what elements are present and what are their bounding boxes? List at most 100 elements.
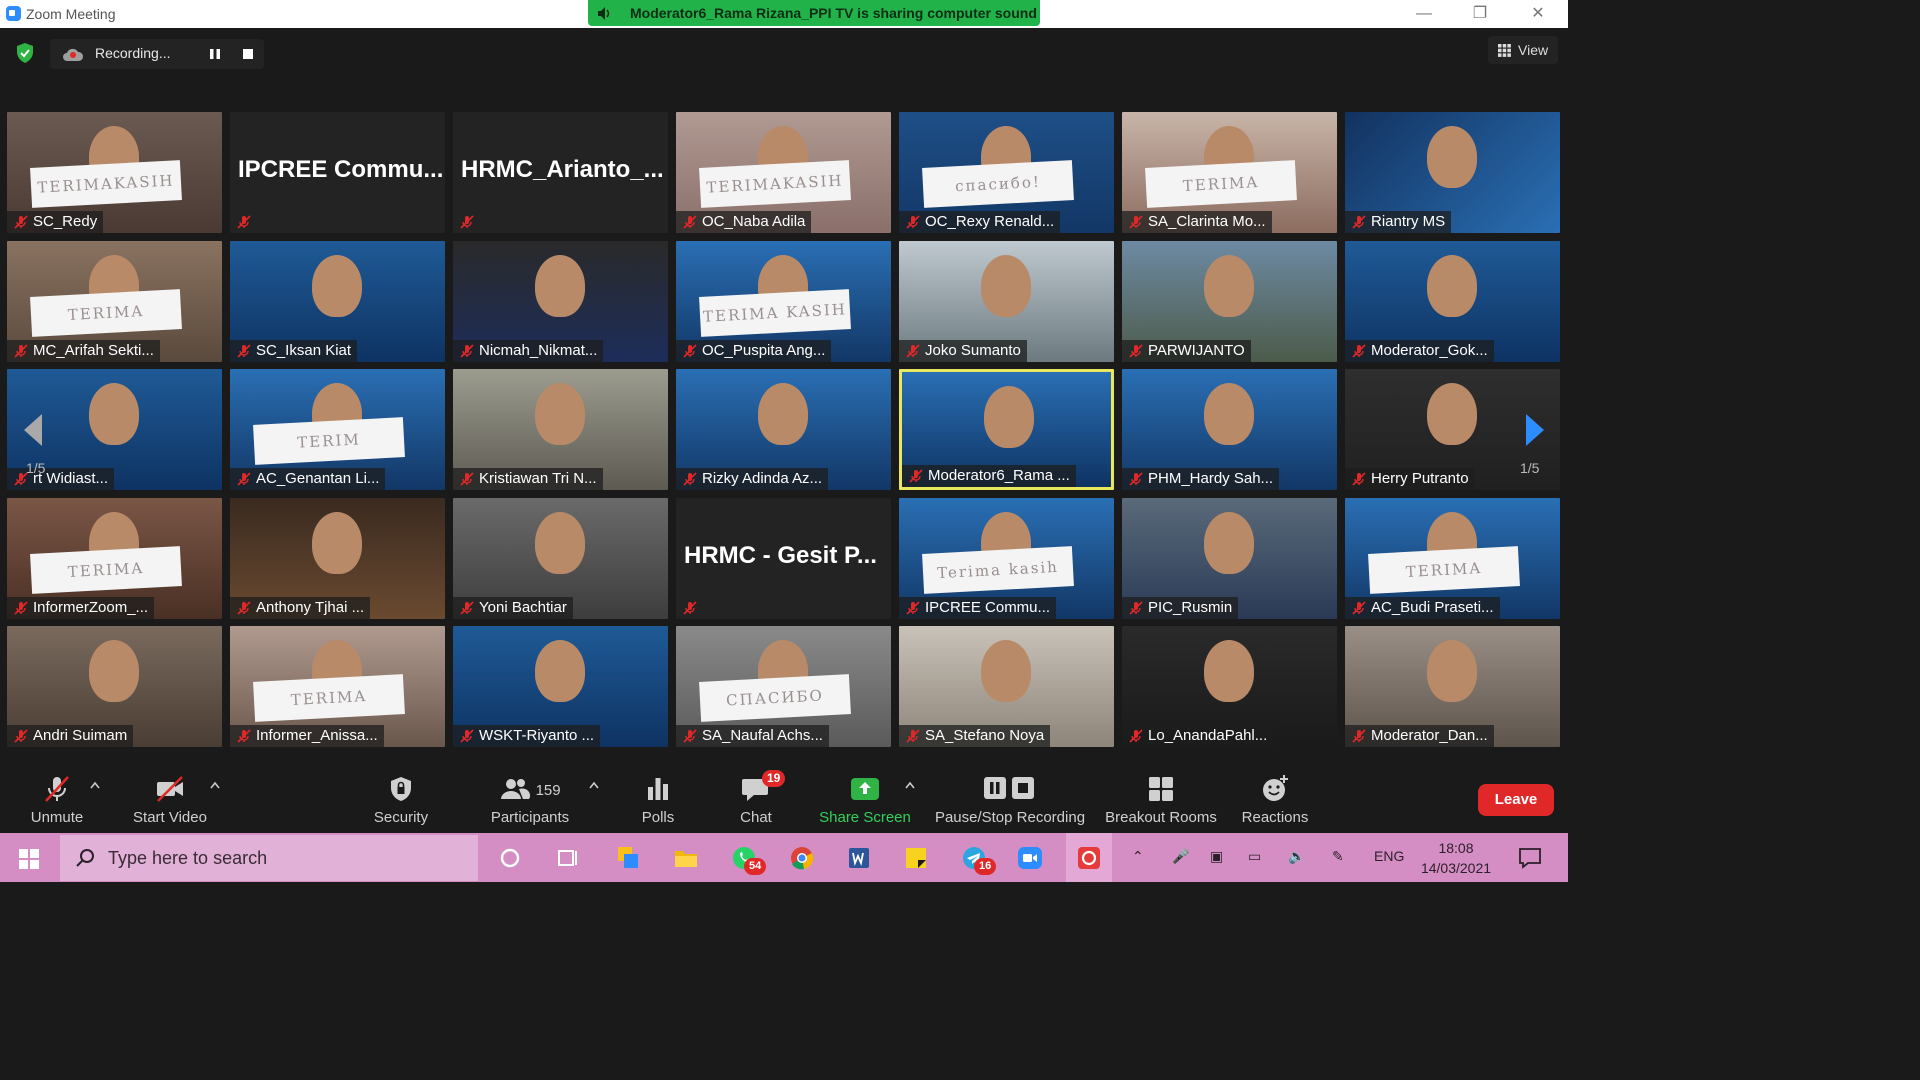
participant-tile[interactable]: TERIMA Informer_Anissa...: [230, 626, 445, 747]
handheld-sign: СПАСИБО: [699, 674, 851, 722]
polls-label: Polls: [641, 809, 675, 826]
microphone-tray-icon[interactable]: 🎤: [1172, 848, 1189, 865]
pen-tray-icon[interactable]: ✎: [1332, 848, 1344, 865]
cortana-icon[interactable]: [496, 844, 524, 872]
participant-tile[interactable]: WSKT-Riyanto ...: [453, 626, 668, 747]
muted-microphone-icon: [45, 776, 69, 802]
view-button-label: View: [1518, 42, 1549, 58]
participants-button[interactable]: 159 Participants: [486, 773, 574, 826]
participant-name: Informer_Anissa...: [230, 725, 384, 747]
participant-tile[interactable]: HRMC - Gesit P...: [676, 498, 891, 619]
participant-face: [535, 640, 585, 702]
participant-tile[interactable]: IPCREE Commu...: [230, 112, 445, 233]
zoom-app-icon[interactable]: [1016, 844, 1044, 872]
muted-microphone-icon: [1128, 600, 1144, 616]
sharing-banner[interactable]: Moderator6_Rama Rizana_PPI TV is sharing…: [588, 0, 1040, 26]
leave-button[interactable]: Leave: [1478, 784, 1554, 816]
restore-icon[interactable]: ❐: [1466, 4, 1494, 24]
previous-page-icon[interactable]: [22, 412, 44, 448]
participant-tile[interactable]: PIC_Rusmin: [1122, 498, 1337, 619]
participant-tile[interactable]: Andri Suimam: [7, 626, 222, 747]
participant-tile[interactable]: Moderator_Gok...: [1345, 241, 1560, 362]
participant-tile[interactable]: Moderator_Dan...: [1345, 626, 1560, 747]
participant-name: Moderator_Dan...: [1345, 725, 1494, 747]
input-language[interactable]: ENG: [1374, 848, 1404, 864]
encryption-shield-icon[interactable]: [14, 42, 36, 64]
participants-caret-icon[interactable]: [589, 781, 599, 789]
participant-face: [1427, 383, 1477, 445]
participant-tile[interactable]: TERIMA InformerZoom_...: [7, 498, 222, 619]
participant-tile[interactable]: TERIMAKASIH OC_Naba Adila: [676, 112, 891, 233]
security-label: Security: [373, 809, 429, 826]
muted-microphone-icon: [236, 343, 252, 359]
participant-tile[interactable]: Joko Sumanto: [899, 241, 1114, 362]
taskbar-search-box[interactable]: Type here to search: [60, 835, 478, 881]
task-view-icon[interactable]: [554, 844, 582, 872]
participant-face: [1427, 126, 1477, 188]
photo-app-icon[interactable]: [1075, 844, 1103, 872]
file-explorer-icon[interactable]: [672, 844, 700, 872]
video-options-caret-icon[interactable]: [210, 781, 220, 789]
windows-taskbar: Type here to search 54 16 ⌃ 🎤 ▣ ▭ 🔈 ✎ EN…: [0, 833, 1568, 882]
minimize-icon[interactable]: —: [1410, 4, 1438, 24]
system-clock[interactable]: 18:08 14/03/2021: [1410, 838, 1502, 878]
muted-microphone-icon: [1351, 214, 1367, 230]
audio-options-caret-icon[interactable]: [90, 781, 100, 789]
start-video-button[interactable]: Start Video: [128, 773, 212, 826]
participant-tile[interactable]: TERIMA SA_Clarinta Mo...: [1122, 112, 1337, 233]
participant-tile[interactable]: Rizky Adinda Az...: [676, 369, 891, 490]
participant-tile[interactable]: TERIMA MC_Arifah Sekti...: [7, 241, 222, 362]
pause-recording-icon[interactable]: [207, 46, 223, 62]
reactions-button[interactable]: Reactions: [1240, 773, 1310, 826]
participant-tile[interactable]: спасибо! OC_Rexy Renald...: [899, 112, 1114, 233]
close-icon[interactable]: ✕: [1524, 4, 1552, 24]
muted-microphone-icon: [682, 471, 698, 487]
share-options-caret-icon[interactable]: [905, 781, 915, 789]
network-tray-icon[interactable]: ▣: [1210, 848, 1223, 865]
muted-microphone-icon: [682, 343, 698, 359]
muted-microphone-icon: [459, 600, 475, 616]
breakout-rooms-button[interactable]: Breakout Rooms: [1104, 773, 1218, 826]
participant-tile[interactable]: HRMC_Arianto_...: [453, 112, 668, 233]
show-hidden-icons-icon[interactable]: ⌃: [1132, 848, 1144, 865]
participant-tile[interactable]: Yoni Bachtiar: [453, 498, 668, 619]
participant-tile[interactable]: Terima kasih IPCREE Commu...: [899, 498, 1114, 619]
security-button[interactable]: Security: [368, 773, 434, 826]
next-page-icon[interactable]: [1524, 412, 1546, 448]
video-stage: Recording... View TERIMAKASIH SC_Redy IPCR…: [0, 28, 1568, 765]
participant-tile[interactable]: TERIMA KASIH OC_Puspita Ang...: [676, 241, 891, 362]
notification-center-icon[interactable]: [1516, 844, 1544, 872]
share-screen-label: Share Screen: [819, 809, 911, 826]
participant-tile[interactable]: PHM_Hardy Sah...: [1122, 369, 1337, 490]
participant-tile[interactable]: Nicmah_Nikmat...: [453, 241, 668, 362]
battery-tray-icon[interactable]: ▭: [1248, 848, 1261, 865]
participant-tile[interactable]: Kristiawan Tri N...: [453, 369, 668, 490]
participant-tile[interactable]: Moderator6_Rama ...: [899, 369, 1114, 490]
sticky-app-icon[interactable]: [614, 844, 642, 872]
pause-stop-recording-button[interactable]: Pause/Stop Recording: [934, 773, 1086, 826]
participant-tile[interactable]: TERIMAKASIH SC_Redy: [7, 112, 222, 233]
participant-tile[interactable]: SC_Iksan Kiat: [230, 241, 445, 362]
muted-microphone-icon: [459, 214, 475, 230]
participant-tile[interactable]: Anthony Tjhai ...: [230, 498, 445, 619]
windows-start-icon[interactable]: [19, 849, 39, 869]
participant-tile[interactable]: SA_Stefano Noya: [899, 626, 1114, 747]
participant-tile[interactable]: TERIM AC_Genantan Li...: [230, 369, 445, 490]
participant-tile[interactable]: Lo_AnandaPahl...: [1122, 626, 1337, 747]
participant-tile[interactable]: PARWIJANTO: [1122, 241, 1337, 362]
chrome-icon[interactable]: [788, 844, 816, 872]
participant-tile[interactable]: СПАСИБО SA_Naufal Achs...: [676, 626, 891, 747]
chat-button[interactable]: Chat 19: [732, 770, 786, 826]
volume-tray-icon[interactable]: 🔈: [1288, 848, 1305, 865]
word-icon[interactable]: [846, 844, 874, 872]
share-screen-button[interactable]: Share Screen: [818, 773, 912, 826]
polls-button[interactable]: Polls: [634, 773, 682, 826]
handheld-sign: TERIM: [253, 417, 405, 465]
view-button[interactable]: View: [1488, 36, 1558, 64]
stop-recording-icon[interactable]: [240, 46, 256, 62]
recording-label: Recording...: [95, 45, 171, 61]
participant-tile[interactable]: TERIMA AC_Budi Praseti...: [1345, 498, 1560, 619]
sticky-notes-icon[interactable]: [902, 844, 930, 872]
unmute-button[interactable]: Unmute: [22, 773, 92, 826]
participant-tile[interactable]: Riantry MS: [1345, 112, 1560, 233]
